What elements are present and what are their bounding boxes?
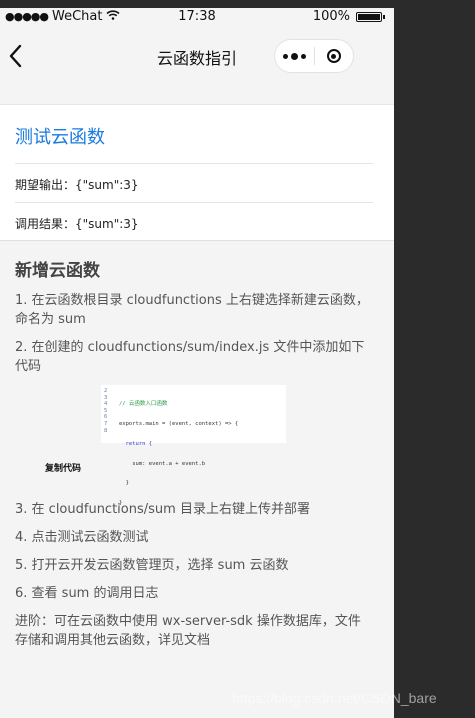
code-line: return {	[119, 440, 153, 447]
code-line: // 云函数入口函数	[119, 401, 168, 408]
expected-output-label: 期望输出：	[15, 178, 76, 192]
code-snippet-image: 2 3 4 5 6 7 8 // 云函数入口函数 exports.main = …	[101, 385, 286, 506]
status-right: 100%	[312, 9, 385, 24]
guide-advanced-note: 进阶：可在云函数中使用 wx-server-sdk 操作数据库，文件存储和调用其…	[15, 614, 361, 648]
code-line: }	[119, 500, 123, 507]
code-line: exports.main = (event, context) => {	[119, 420, 239, 427]
code-line: sum: event.a + event.b	[119, 460, 206, 467]
phone-screen: ●●●●● WeChat 17:38 100% 云函数指引 测试云函数 期望输出…	[0, 8, 394, 718]
call-result-row: 调用结果：{"sum":3}	[15, 202, 373, 232]
guide-step-6: 6. 查看 sum 的调用日志	[15, 586, 159, 601]
code-line-numbers: 2 3 4 5 6 7 8	[104, 388, 108, 434]
guide-step-1: 1. 在云函数根目录 cloudfunctions 上右键选择新建云函数，命名为…	[15, 293, 369, 327]
more-button[interactable]	[275, 40, 314, 72]
battery-percent: 100%	[312, 9, 350, 24]
code-lines: // 云函数入口函数 exports.main = (event, contex…	[119, 388, 238, 520]
guide-step-5: 5. 打开云开发云函数管理页，选择 sum 云函数	[15, 558, 289, 573]
close-miniprogram-button[interactable]	[314, 40, 353, 72]
expected-output-value: {"sum":3}	[75, 178, 139, 192]
code-line: }	[119, 480, 129, 487]
expected-output-row: 期望输出：{"sum":3}	[15, 163, 373, 193]
call-result-value: {"sum":3}	[75, 217, 139, 231]
guide-step-2: 2. 在创建的 cloudfunctions/sum/index.js 文件中添…	[15, 340, 365, 374]
guide-heading: 新增云函数	[15, 261, 100, 281]
status-bar: ●●●●● WeChat 17:38 100%	[0, 8, 394, 28]
navigation-bar: 云函数指引	[0, 28, 394, 84]
more-dot-icon	[300, 53, 306, 59]
copy-code-button[interactable]: 复制代码	[43, 463, 83, 476]
guide-step-4: 4. 点击测试云函数测试	[15, 530, 149, 545]
test-function-link[interactable]: 测试云函数	[15, 123, 105, 149]
watermark: https://blog.csdn.net/CSDN_bare	[232, 690, 437, 706]
more-dot-icon	[282, 53, 288, 59]
more-dot-icon	[290, 52, 298, 60]
battery-icon	[356, 11, 385, 22]
menu-capsule	[274, 39, 354, 73]
test-function-card: 测试云函数 期望输出：{"sum":3} 调用结果：{"sum":3}	[0, 104, 394, 241]
target-icon	[326, 49, 341, 63]
guide-section: 新增云函数 1. 在云函数根目录 cloudfunctions 上右键选择新建云…	[15, 260, 370, 659]
call-result-label: 调用结果：	[15, 217, 76, 231]
